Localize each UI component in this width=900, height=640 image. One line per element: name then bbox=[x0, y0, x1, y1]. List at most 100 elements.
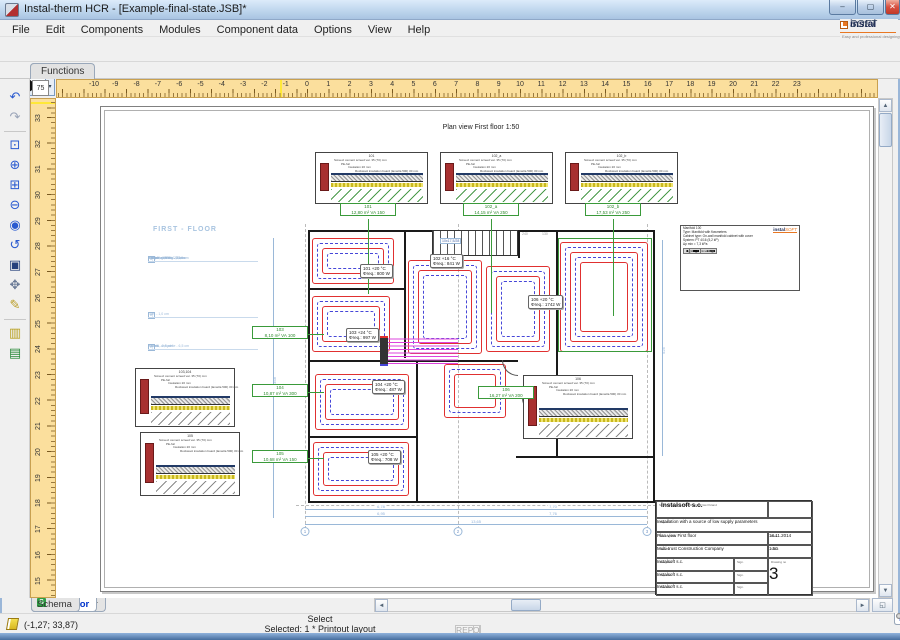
logo-tagline: Easy and professional designing bbox=[842, 34, 900, 39]
manifold-pipes[interactable] bbox=[388, 338, 458, 364]
horizontal-scroll-thumb[interactable] bbox=[511, 599, 541, 611]
room-callout-101[interactable]: 101 +20 °CΦreq.: 800 W bbox=[360, 264, 393, 278]
area-label-102-b[interactable]: 102_b17,53 m² VA 250 bbox=[585, 203, 641, 216]
brand-bold: instal bbox=[773, 227, 785, 232]
area-label-106[interactable]: 10616,27 m² VA 200 bbox=[478, 386, 534, 399]
ruler-number: 23 bbox=[793, 81, 801, 88]
ruler-number: 9 bbox=[497, 81, 501, 88]
dimension-label: 358 bbox=[272, 377, 277, 384]
ruler-number: 22 bbox=[35, 397, 42, 405]
zoom-extents-button[interactable]: ◉ bbox=[4, 216, 26, 234]
floor-tab-schema[interactable]: SSchema bbox=[31, 598, 80, 612]
room-callout-105[interactable]: 105 +20 °CΦreq.: 708 W bbox=[368, 450, 401, 464]
construction-detail-102-b[interactable]: 102_bScreed: cement screed var. 35 (70) … bbox=[565, 152, 678, 204]
tab-functions[interactable]: Functions bbox=[30, 63, 95, 79]
layer-insulation bbox=[539, 418, 628, 422]
scroll-left-icon[interactable]: ◄ bbox=[375, 599, 388, 612]
ruler-number: 18 bbox=[35, 500, 42, 508]
dimension-label: 6,95 bbox=[376, 511, 386, 516]
redline-pen-button[interactable]: ✎ bbox=[4, 296, 26, 314]
ruler-number: -2 bbox=[261, 81, 267, 88]
grid-axis-bubble: 2 bbox=[454, 527, 463, 536]
label-leader-line bbox=[613, 219, 614, 316]
ruler-number: 27 bbox=[35, 268, 42, 276]
label-leader-line bbox=[308, 392, 324, 393]
construction-detail-106[interactable]: 106Screed: cement screed var. 35 (70) mm… bbox=[523, 375, 633, 439]
layer-label: Rockwool insulation board (lamella 500) … bbox=[542, 393, 628, 397]
construction-detail-105[interactable]: 105Screed: cement screed var. 35 (70) mm… bbox=[140, 432, 240, 496]
ruler-number: -10 bbox=[89, 81, 99, 88]
drawing-canvas[interactable]: Plan view First floor 1:5010x17,5/281011… bbox=[56, 98, 878, 598]
zoom-in-button[interactable]: ⊕ bbox=[4, 156, 26, 174]
manifold-table[interactable]: Manifold 100Type: Manifold with flowmete… bbox=[680, 225, 800, 291]
full-screen-button[interactable]: ▣ bbox=[4, 256, 26, 274]
label-leader-line bbox=[368, 219, 369, 294]
redo-button[interactable]: ↷ bbox=[4, 108, 26, 126]
ruler-number: -6 bbox=[176, 81, 182, 88]
minimize-button[interactable]: – bbox=[829, 0, 856, 15]
zoom-level-box[interactable]: 75 bbox=[32, 80, 49, 96]
program-tabs: ProgramFunctions bbox=[28, 62, 428, 79]
ruler-number: 6 bbox=[433, 81, 437, 88]
area-label-102-a[interactable]: 102_a14,15 m² VA 250 bbox=[463, 203, 519, 216]
manifold-header-line: Δp min = 7,3 kPa bbox=[683, 243, 753, 247]
drawing-number-cell: Drawing no3 bbox=[768, 558, 813, 596]
window-title: Instal-therm HCR - [Example-final-state.… bbox=[24, 3, 247, 15]
title-block[interactable]: Instalsoft s.c.St. Zjednoczenia 2 41-500… bbox=[655, 500, 812, 595]
area-label-value: 14,15 m² VA 250 bbox=[464, 210, 518, 216]
vertical-scrollbar[interactable]: ▲ ▼ bbox=[878, 98, 893, 598]
ruler-number: 20 bbox=[35, 448, 42, 456]
room-callout-102[interactable]: 102 +16 °CΦreq.: 841 W bbox=[430, 254, 463, 268]
dimension-label: 130 bbox=[542, 232, 548, 236]
layer-hatch bbox=[151, 412, 230, 425]
ruler-number: 29 bbox=[35, 217, 42, 225]
construction-detail-102-a[interactable]: 102_aScreed: cement screed var. 35 (70) … bbox=[440, 152, 553, 204]
horizontal-scrollbar[interactable]: ◄ ► bbox=[374, 598, 870, 612]
area-label-101[interactable]: 10112,80 m² VA 150 bbox=[340, 203, 396, 216]
undo-button[interactable]: ↶ bbox=[4, 88, 26, 106]
scroll-down-icon[interactable]: ▼ bbox=[879, 584, 892, 597]
close-button[interactable]: ✕ bbox=[885, 0, 900, 15]
area-label-104[interactable]: 10410,87 m² VA 300 bbox=[252, 384, 308, 397]
split-pane-button[interactable]: ◱ bbox=[872, 598, 893, 612]
room-callout-104[interactable]: 104 +20 °CΦreq.: 487 W bbox=[372, 380, 405, 394]
menu-bar: FileEditComponentsModulesComponent dataO… bbox=[0, 20, 900, 37]
horizontal-ruler[interactable]: -10-9-8-7-6-5-4-3-2-10123456789101112131… bbox=[56, 79, 878, 98]
area-label-103[interactable]: 1038,10 m² VA 100 bbox=[252, 326, 308, 339]
pan-button[interactable]: ✥ bbox=[4, 276, 26, 294]
room-callout-106[interactable]: 106 +20 °CΦreq.: 1742 W bbox=[528, 295, 563, 309]
logo-underline bbox=[840, 32, 896, 33]
zoom-out-button[interactable]: ⊖ bbox=[4, 196, 26, 214]
wall-section bbox=[145, 443, 154, 483]
wall-segment bbox=[516, 456, 655, 458]
layer-hatch bbox=[581, 189, 673, 202]
ruler-number: 25 bbox=[35, 320, 42, 328]
layer-labels: Screed: cement screed var. 35 (70) mmPE-… bbox=[584, 159, 673, 177]
vertical-scroll-thumb[interactable] bbox=[879, 113, 892, 147]
wall-section bbox=[140, 379, 149, 414]
floor-tab-label: Schema bbox=[37, 599, 72, 610]
zoom-window-button[interactable]: ⊡ bbox=[4, 136, 26, 154]
vertical-ruler[interactable]: 3332313029282726252423222120191817161514 bbox=[30, 98, 56, 598]
dimension-label: 240 bbox=[522, 232, 528, 236]
catalog-button[interactable]: ▤ bbox=[4, 344, 26, 362]
note-line: Plaster - 1,5 cm bbox=[148, 256, 258, 262]
empty-cell bbox=[768, 501, 813, 518]
construction-detail-101[interactable]: 101Screed: cement screed var. 35 (70) mm… bbox=[315, 152, 428, 204]
area-label-value: 8,10 m² VA 100 bbox=[253, 333, 307, 339]
layer-screed bbox=[156, 467, 235, 474]
scroll-right-icon[interactable]: ► bbox=[856, 599, 869, 612]
ruler-number: 0 bbox=[305, 81, 309, 88]
scroll-up-icon[interactable]: ▲ bbox=[879, 99, 892, 112]
instalsoft-logo-small: instalSOFT bbox=[773, 227, 797, 233]
title-bar[interactable]: Instal-therm HCR - [Example-final-state.… bbox=[0, 0, 900, 20]
callout-heat-demand: Φreq.: 708 W bbox=[371, 457, 398, 462]
column-list-button[interactable]: ▥ bbox=[4, 324, 26, 342]
date-value: 18.11.2014 bbox=[769, 533, 791, 538]
zoom-dynamic-button[interactable]: ⊞ bbox=[4, 176, 26, 194]
maximize-button[interactable]: ▢ bbox=[857, 0, 884, 15]
zoom-previous-button[interactable]: ↺ bbox=[4, 236, 26, 254]
area-label-105[interactable]: 10510,68 m² VA 150 bbox=[252, 450, 308, 463]
room-callout-103[interactable]: 103 +24 °CΦreq.: 997 W bbox=[346, 328, 379, 342]
construction-detail-103-104[interactable]: 103,104Screed: cement screed var. 35 (70… bbox=[135, 368, 235, 427]
